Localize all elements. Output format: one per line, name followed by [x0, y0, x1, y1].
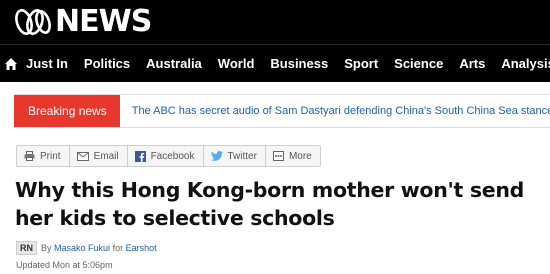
email-icon — [76, 151, 89, 161]
author-link[interactable]: Masako Fukui — [54, 243, 110, 253]
program-badge: RN — [16, 241, 37, 255]
twitter-button[interactable]: Twitter — [204, 146, 266, 166]
breaking-news-link[interactable]: The ABC has secret audio of Sam Dastyari… — [132, 105, 550, 117]
nav-home[interactable] — [4, 45, 18, 83]
email-label: Email — [93, 150, 119, 162]
nav-item-just-in[interactable]: Just In — [18, 45, 76, 83]
twitter-icon — [210, 151, 223, 161]
facebook-label: Facebook — [150, 150, 195, 162]
main-nav: Just In Politics Australia World Busines… — [0, 44, 550, 82]
masthead: NEWS — [0, 0, 550, 44]
program-link[interactable]: Earshot — [126, 243, 157, 253]
email-button[interactable]: Email — [70, 146, 128, 166]
print-icon — [24, 151, 35, 161]
breaking-news-bar: Breaking news The ABC has secret audio o… — [14, 94, 550, 128]
share-bar: Print Email Facebook Twitter More — [16, 145, 321, 167]
byline-by: By — [41, 243, 52, 253]
logo-text: NEWS — [55, 4, 152, 39]
nav-item-politics[interactable]: Politics — [76, 45, 138, 83]
breaking-news-label: Breaking news — [14, 95, 120, 127]
more-button[interactable]: More — [266, 146, 320, 166]
nav-item-analysis[interactable]: Analysis — [493, 45, 550, 83]
twitter-label: Twitter — [227, 150, 257, 162]
print-button[interactable]: Print — [17, 146, 70, 166]
byline-for: for — [112, 243, 124, 253]
abc-news-logo[interactable]: NEWS — [13, 6, 153, 38]
home-icon — [5, 57, 17, 70]
updated-timestamp: Updated Mon at 5:06pm — [16, 260, 113, 270]
facebook-button[interactable]: Facebook — [128, 146, 204, 166]
nav-item-science[interactable]: Science — [386, 45, 451, 83]
nav-item-arts[interactable]: Arts — [451, 45, 493, 83]
facebook-icon — [134, 150, 146, 162]
more-label: More — [288, 150, 312, 162]
nav-item-business[interactable]: Business — [262, 45, 336, 83]
print-label: Print — [40, 150, 61, 162]
article-headline: Why this Hong Kong-born mother won't sen… — [15, 178, 524, 230]
nav-item-australia[interactable]: Australia — [138, 45, 210, 83]
more-icon — [272, 151, 284, 161]
nav-item-sport[interactable]: Sport — [336, 45, 386, 83]
byline: RN By Masako Fukui for Earshot — [16, 241, 157, 255]
nav-item-world[interactable]: World — [210, 45, 263, 83]
abc-logo-icon — [15, 9, 51, 35]
